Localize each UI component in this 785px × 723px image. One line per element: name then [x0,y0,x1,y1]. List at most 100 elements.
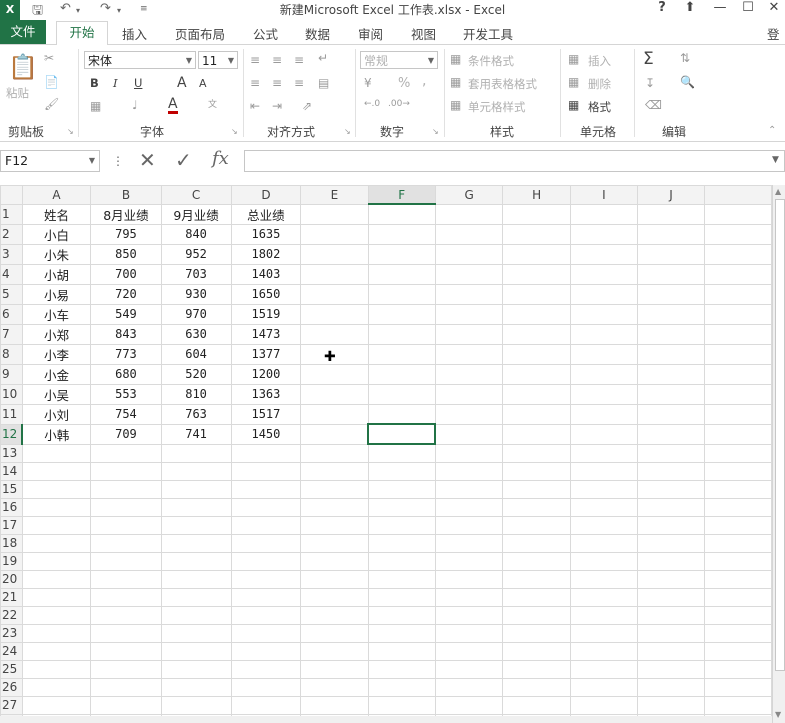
formula-input[interactable] [244,150,785,172]
cell[interactable] [90,497,162,517]
format-painter-icon[interactable]: 🖌 [44,97,59,111]
row-header[interactable]: 17 [0,515,23,535]
paste-icon[interactable]: 📋 [8,53,38,81]
cell[interactable] [434,383,504,405]
cell[interactable] [21,587,92,607]
decrease-indent-icon[interactable]: ⇤ [250,99,260,113]
percent-button[interactable]: % [398,76,410,91]
cell[interactable] [300,263,369,285]
cell[interactable] [569,363,639,385]
delete-cells-button[interactable]: 删除 [588,76,611,92]
cell[interactable] [230,659,302,679]
cell[interactable] [300,243,369,265]
cell[interactable]: 8月业绩 [90,203,162,225]
cell[interactable] [569,551,639,571]
font-size-select[interactable]: 11 ▼ [198,51,238,69]
cell[interactable] [502,695,571,715]
column-header-a[interactable]: A [21,185,92,205]
scroll-down-icon[interactable]: ▼ [775,710,781,719]
cell[interactable] [367,203,436,225]
tab-view[interactable]: 视图 [411,24,436,43]
cell[interactable] [569,479,639,499]
cell[interactable] [502,479,571,499]
clear-icon[interactable]: ⌫ [645,98,662,112]
wrap-text-icon[interactable]: ↵ [318,51,328,65]
select-all-corner[interactable] [0,185,23,205]
cell[interactable] [230,461,302,481]
bold-button[interactable]: B [90,76,99,90]
cell[interactable] [434,461,504,481]
cell[interactable] [90,551,162,571]
cell[interactable] [90,641,162,661]
cell[interactable] [300,515,369,535]
cell[interactable] [434,443,504,463]
cell[interactable] [300,203,369,225]
cell[interactable] [434,403,504,425]
cell[interactable] [160,569,232,589]
font-name-select[interactable]: 宋体 ▼ [84,51,196,69]
cell[interactable] [300,677,369,697]
cell[interactable] [704,323,772,345]
cell[interactable] [569,569,639,589]
row-header[interactable]: 2 [0,223,23,245]
cell[interactable] [21,443,92,463]
cell[interactable]: 850 [90,243,162,265]
cell[interactable] [367,223,436,245]
cell[interactable]: 703 [160,263,232,285]
tab-file[interactable]: 文件 [0,20,46,44]
cell[interactable]: 1377 [230,343,302,365]
row-header[interactable]: 6 [0,303,23,325]
grow-font-button[interactable]: A [177,75,187,91]
conditional-format-icon[interactable]: ▦ [450,52,461,66]
cell[interactable] [704,283,772,305]
cell[interactable] [636,497,706,517]
format-as-table-button[interactable]: 套用表格格式 [468,76,537,92]
cell[interactable] [704,533,772,553]
cell[interactable] [704,343,772,365]
cell[interactable] [704,223,772,245]
column-header-overflow[interactable] [704,185,772,205]
cell[interactable] [90,587,162,607]
cell[interactable] [367,605,436,625]
orientation-icon[interactable]: ⇗ [302,99,312,113]
cell[interactable] [160,461,232,481]
cell[interactable] [90,623,162,643]
column-header-e[interactable]: E [300,185,369,205]
cell[interactable] [704,443,772,463]
cell[interactable] [704,515,772,535]
italic-button[interactable]: I [113,76,118,90]
cell[interactable] [367,243,436,265]
cell[interactable]: 754 [90,403,162,425]
cell[interactable] [230,605,302,625]
cell[interactable] [502,659,571,679]
cell[interactable] [502,677,571,697]
cell[interactable] [300,303,369,325]
expand-formula-icon[interactable]: ▼ [772,155,779,165]
cell[interactable] [367,443,436,463]
cell[interactable] [90,605,162,625]
cell[interactable] [230,569,302,589]
row-header[interactable]: 1 [0,203,23,225]
row-header[interactable]: 19 [0,551,23,571]
cell[interactable] [434,263,504,285]
cell[interactable]: 840 [160,223,232,245]
merge-center-icon[interactable]: ▤ [318,76,329,90]
cell[interactable] [21,695,92,715]
cell[interactable] [636,659,706,679]
confirm-icon[interactable]: ✓ [175,148,192,172]
cell[interactable] [300,223,369,245]
cell[interactable] [367,461,436,481]
cell[interactable]: 1403 [230,263,302,285]
cell[interactable] [636,587,706,607]
cell[interactable] [300,323,369,345]
cell[interactable] [704,203,772,225]
cell[interactable] [160,479,232,499]
cell[interactable]: 843 [90,323,162,345]
cell[interactable] [230,479,302,499]
shrink-font-button[interactable]: A [199,77,207,90]
cell[interactable] [636,303,706,325]
cell[interactable] [569,403,639,425]
border-icon[interactable]: ▦ [90,99,101,113]
vertical-scrollbar[interactable]: ▲ ▼ [772,185,785,723]
cell[interactable] [636,223,706,245]
